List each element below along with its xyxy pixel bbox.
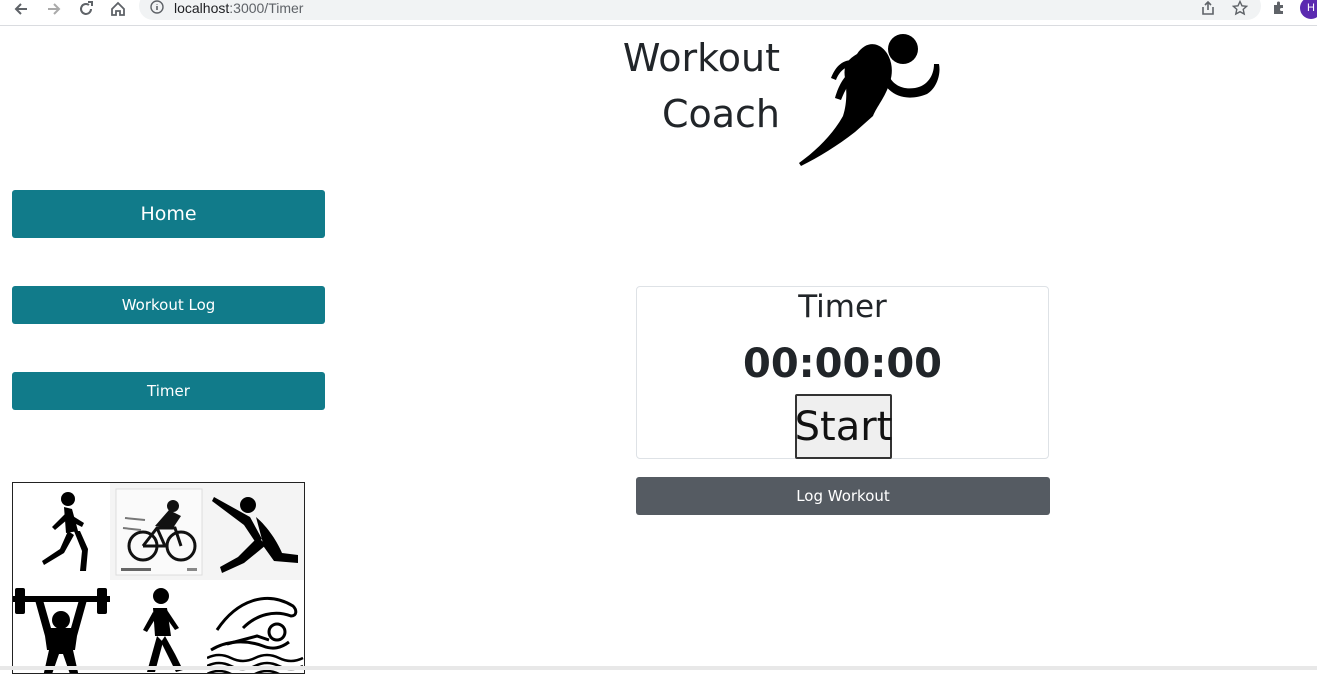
cyclist-photo — [110, 483, 207, 580]
timer-card: Timer 00:00:00 Start — [636, 286, 1049, 459]
reload-icon[interactable] — [75, 0, 97, 20]
home-icon[interactable] — [107, 0, 129, 20]
profile-avatar[interactable]: H — [1300, 0, 1317, 19]
log-workout-button[interactable]: Log Workout — [636, 477, 1050, 515]
extensions-icon[interactable] — [1268, 0, 1290, 19]
timer-title: Timer — [798, 289, 887, 325]
url-text: localhost:3000/Timer — [174, 0, 304, 16]
app-title-line1: Workout — [622, 36, 780, 80]
app-title-line2: Coach — [661, 92, 780, 136]
runner-woman-icon — [13, 483, 110, 580]
timer-display: 00:00:00 — [743, 341, 942, 387]
browser-toolbar: localhost:3000/Timer H — [0, 0, 1317, 26]
sports-image-grid — [12, 482, 305, 674]
walker-icon — [110, 580, 207, 673]
nav-timer-button[interactable]: Timer — [12, 372, 325, 410]
horizontal-scrollbar[interactable] — [0, 666, 1317, 670]
yoga-pose-icon — [207, 483, 304, 580]
info-icon[interactable] — [150, 0, 164, 14]
back-arrow-icon[interactable] — [10, 0, 32, 20]
forward-arrow-icon[interactable] — [43, 0, 65, 20]
runner-icon — [799, 34, 940, 166]
weightlifter-icon — [13, 580, 110, 673]
start-button[interactable]: Start — [795, 394, 892, 459]
app-title: Workout Coach — [600, 30, 780, 142]
swimmer-icon — [207, 580, 304, 673]
nav-workout-log-button[interactable]: Workout Log — [12, 286, 325, 324]
address-bar[interactable]: localhost:3000/Timer — [139, 0, 1261, 20]
share-icon[interactable] — [1197, 0, 1219, 19]
nav-home-button[interactable]: Home — [12, 190, 325, 238]
bookmark-star-icon[interactable] — [1229, 0, 1251, 19]
